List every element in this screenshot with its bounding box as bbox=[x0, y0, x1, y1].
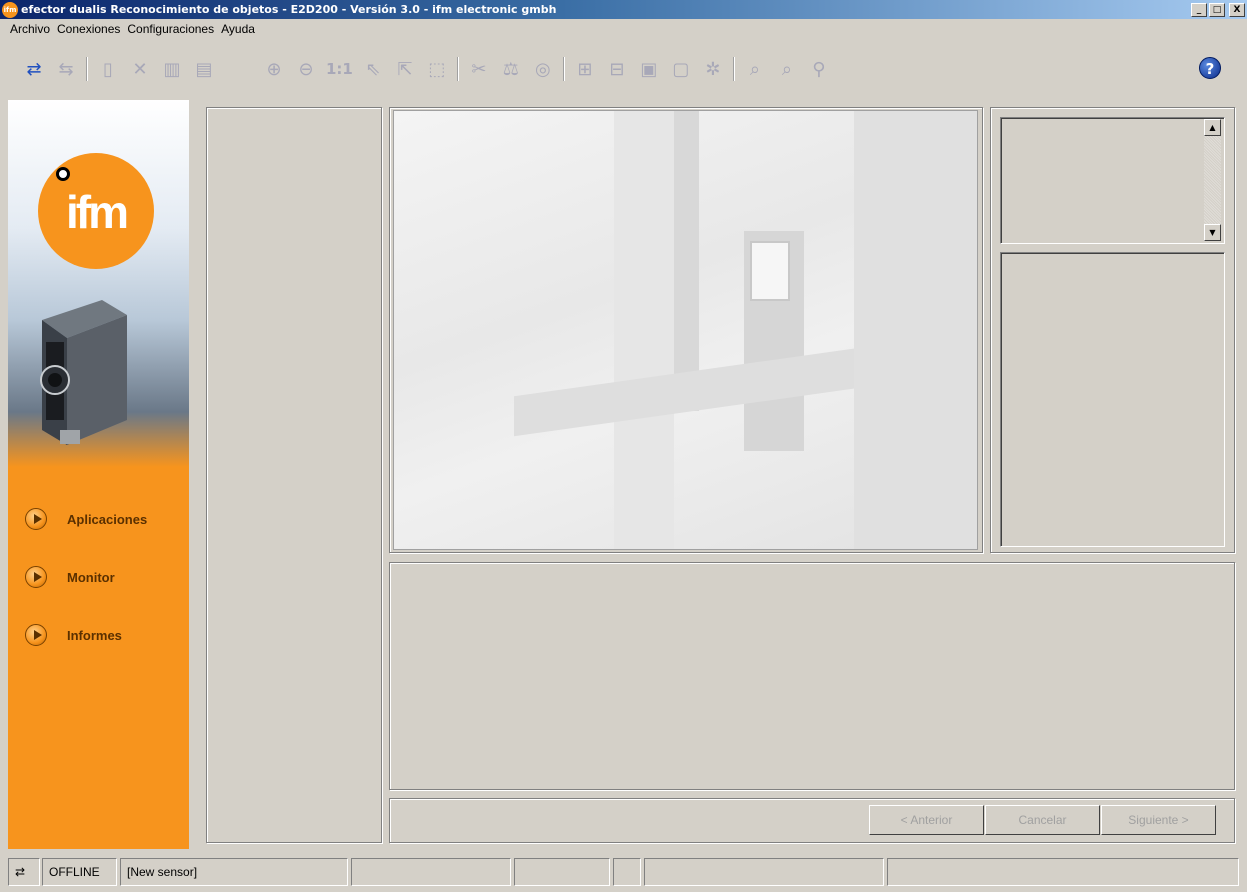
maximize-button[interactable]: □ bbox=[1209, 2, 1225, 17]
next-button[interactable]: Siguiente > bbox=[1101, 805, 1216, 835]
details-panel bbox=[1000, 252, 1225, 547]
status-cell-empty bbox=[613, 858, 641, 886]
disconnect-icon[interactable]: ⇆ bbox=[54, 57, 78, 81]
rectangle-select-icon[interactable]: ⬚ bbox=[425, 57, 449, 81]
search-remove-icon[interactable]: ⌕ bbox=[775, 57, 799, 81]
new-icon[interactable]: ▯ bbox=[96, 57, 120, 81]
nav-monitor[interactable]: Monitor bbox=[8, 565, 189, 589]
help-button[interactable]: ? bbox=[1199, 57, 1221, 79]
zoom-in-icon[interactable]: ⊕ bbox=[262, 57, 286, 81]
status-bar: ⇄ OFFLINE [New sensor] bbox=[0, 856, 1247, 888]
sensor-name: [New sensor] bbox=[120, 858, 348, 886]
zoom-out-icon[interactable]: ⊖ bbox=[294, 57, 318, 81]
remove-model-icon[interactable]: ⊟ bbox=[605, 57, 629, 81]
calibrate-icon[interactable]: ⚖ bbox=[499, 57, 523, 81]
menu-archivo[interactable]: Archivo bbox=[10, 22, 50, 36]
toolbar-separator bbox=[562, 57, 565, 81]
search-add-icon[interactable]: ⌕ bbox=[743, 57, 767, 81]
toolbar: ⇄ ⇆ ▯ ✕ ▥ ▤ ⊕ ⊖ 1:1 ⇖ ⇱ ⬚ ✂ ⚖ ◎ ⊞ ⊟ ▣ ▢ … bbox=[0, 39, 1247, 99]
toolbar-separator bbox=[732, 57, 735, 81]
ifm-logo: ifm bbox=[38, 153, 154, 269]
close-button[interactable]: X bbox=[1229, 2, 1245, 17]
camera-image bbox=[40, 300, 127, 445]
cut-icon[interactable]: ✂ bbox=[467, 57, 491, 81]
sidebar: ifm Aplicaciones Monitor Informes bbox=[8, 100, 189, 849]
status-cell-empty bbox=[644, 858, 884, 886]
app-icon: ifm bbox=[2, 1, 18, 18]
model-settings-icon[interactable]: ✲ bbox=[701, 57, 725, 81]
status-cell-empty bbox=[514, 858, 610, 886]
sidebar-hero: ifm bbox=[8, 100, 189, 467]
zoom-reset-button[interactable]: 1:1 bbox=[326, 60, 353, 78]
logo-dot-icon bbox=[56, 167, 70, 181]
tree-panel bbox=[206, 107, 382, 843]
filter-icon[interactable]: ⚲ bbox=[807, 57, 831, 81]
scroll-up-icon[interactable]: ▲ bbox=[1204, 119, 1221, 136]
menu-ayuda[interactable]: Ayuda bbox=[221, 22, 255, 36]
minimize-button[interactable]: _ bbox=[1191, 2, 1207, 17]
menu-configuraciones[interactable]: Configuraciones bbox=[127, 22, 214, 36]
title-bar[interactable]: ifm efector dualis Reconocimiento de obj… bbox=[0, 0, 1247, 19]
model-list-scrollbar[interactable]: ▲ ▼ bbox=[1204, 119, 1221, 241]
window-title: efector dualis Reconocimiento de objetos… bbox=[21, 3, 557, 16]
select-icon[interactable]: ⇖ bbox=[361, 57, 385, 81]
model-edit-icon[interactable]: ▢ bbox=[669, 57, 693, 81]
camera-image-view[interactable] bbox=[393, 110, 978, 550]
toolbar-separator bbox=[86, 57, 88, 81]
trigger-icon[interactable]: ◎ bbox=[531, 57, 555, 81]
cancel-button[interactable]: Cancelar bbox=[985, 805, 1100, 835]
play-icon bbox=[25, 508, 47, 530]
add-model-icon[interactable]: ⊞ bbox=[573, 57, 597, 81]
download-icon[interactable]: ▤ bbox=[192, 57, 216, 81]
upload-icon[interactable]: ▥ bbox=[160, 57, 184, 81]
connect-icon[interactable]: ⇄ bbox=[22, 57, 46, 81]
status-cell-empty bbox=[351, 858, 511, 886]
status-cell-empty bbox=[887, 858, 1239, 886]
connection-status: OFFLINE bbox=[42, 858, 117, 886]
add-select-icon[interactable]: ⇱ bbox=[393, 57, 417, 81]
scroll-down-icon[interactable]: ▼ bbox=[1204, 224, 1221, 241]
menu-bar: Archivo Conexiones Configuraciones Ayuda bbox=[0, 19, 1247, 39]
play-icon bbox=[25, 566, 47, 588]
nav-informes[interactable]: Informes bbox=[8, 623, 189, 647]
nav-aplicaciones[interactable]: Aplicaciones bbox=[8, 507, 189, 531]
model-list[interactable] bbox=[1000, 117, 1225, 244]
model-icon[interactable]: ▣ bbox=[637, 57, 661, 81]
info-panel bbox=[389, 562, 1235, 790]
menu-conexiones[interactable]: Conexiones bbox=[57, 22, 120, 36]
delete-icon[interactable]: ✕ bbox=[128, 57, 152, 81]
connection-icon: ⇄ bbox=[8, 858, 40, 886]
play-icon bbox=[25, 624, 47, 646]
back-button[interactable]: < Anterior bbox=[869, 805, 984, 835]
toolbar-separator bbox=[456, 57, 459, 81]
